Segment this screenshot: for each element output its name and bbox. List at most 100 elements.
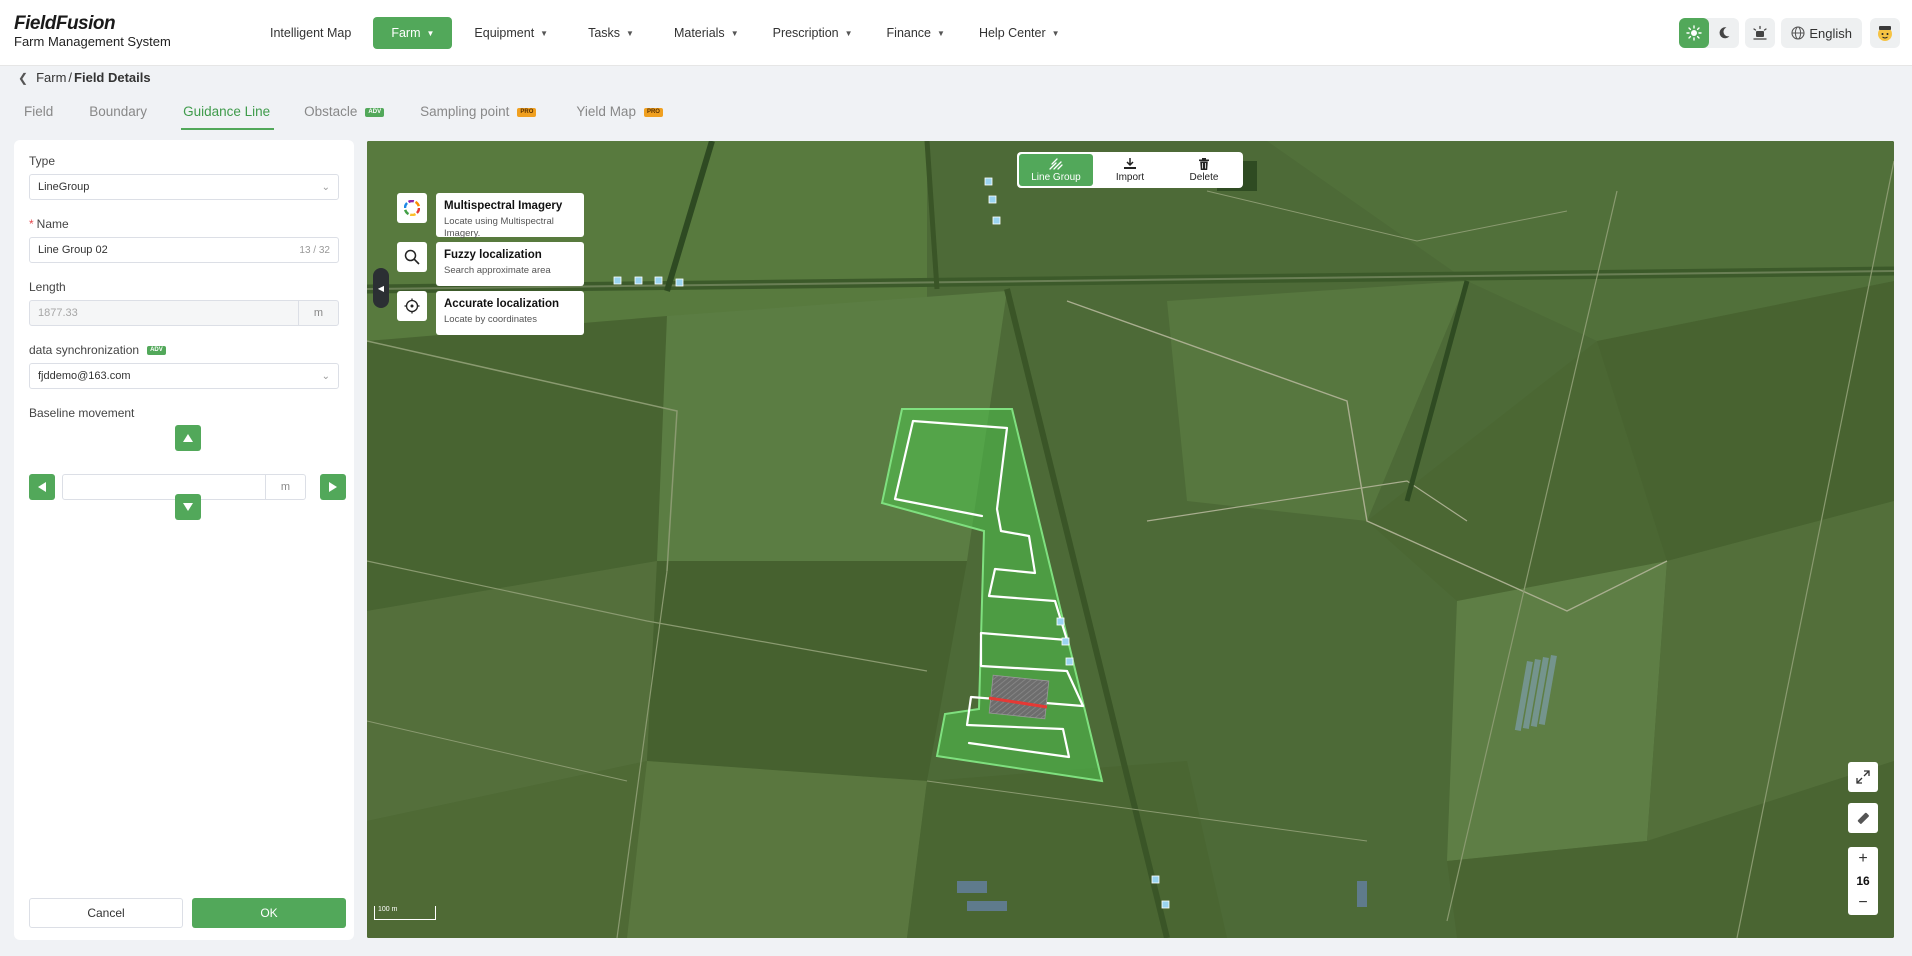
- breadcrumb-parent[interactable]: Farm: [36, 70, 66, 85]
- fullscreen-button[interactable]: [1848, 762, 1878, 792]
- chevron-down-icon: ⌄: [321, 181, 330, 193]
- import-label: Import: [1115, 171, 1145, 183]
- caret-down-icon: ▼: [844, 28, 853, 38]
- app-name: FieldFusion: [14, 13, 116, 34]
- baseline-label-text: Baseline movement: [29, 406, 135, 420]
- dark-theme-button[interactable]: [1709, 18, 1739, 48]
- color-wheel-icon: [404, 200, 420, 216]
- line-group-label: Line Group: [1031, 171, 1081, 183]
- app-logo[interactable]: FieldFusion Farm Management System: [14, 14, 171, 50]
- theme-switcher: [1679, 18, 1740, 48]
- length-value: 1877.33: [38, 307, 78, 319]
- trash-icon: [1199, 157, 1209, 170]
- caret-left-icon: ◀: [377, 283, 385, 293]
- zoom-out-button[interactable]: −: [1858, 894, 1867, 912]
- zoom-in-button[interactable]: +: [1858, 850, 1867, 868]
- fuzzy-localization-button[interactable]: [397, 242, 427, 272]
- tab-guidance-line[interactable]: Guidance Line: [181, 104, 275, 132]
- chevron-down-icon: ⌄: [321, 370, 330, 382]
- type-label-text: Type: [29, 154, 56, 168]
- move-right-button[interactable]: [320, 474, 346, 500]
- tab-label: Boundary: [89, 104, 148, 119]
- name-input[interactable]: Line Group 02 13 / 32: [29, 237, 339, 263]
- tab-label: Sampling point: [420, 104, 510, 119]
- tab-field[interactable]: Field: [24, 104, 53, 132]
- caret-down-icon: ▼: [426, 28, 435, 38]
- move-left-button[interactable]: [29, 474, 55, 500]
- nav-farm[interactable]: Farm ▼: [373, 17, 453, 49]
- scale-bar: 100 m: [374, 906, 436, 920]
- type-select[interactable]: LineGroup ⌄: [29, 174, 339, 200]
- accurate-localization-card[interactable]: Accurate localization Locate by coordina…: [436, 291, 584, 335]
- type-label: Type: [29, 154, 55, 168]
- caret-down-icon: ▼: [730, 28, 739, 38]
- multispectral-title: Multispectral Imagery: [444, 200, 563, 212]
- name-value: Line Group 02: [38, 244, 108, 256]
- language-selector[interactable]: English: [1781, 18, 1862, 48]
- avatar-icon: [1878, 26, 1892, 41]
- nav-help-center[interactable]: Help Center ▼: [967, 17, 1072, 49]
- sunlight-mode-button[interactable]: [1745, 18, 1775, 48]
- nav-prescription[interactable]: Prescription ▼: [761, 17, 865, 49]
- tab-boundary[interactable]: Boundary: [89, 104, 147, 132]
- sync-account-select[interactable]: fjddemo@163.com ⌄: [29, 363, 339, 389]
- satellite-map[interactable]: Line Group Import Delete ◀ Multispectral…: [367, 141, 1894, 938]
- top-header: FieldFusion Farm Management System Intel…: [0, 0, 1912, 66]
- pro-badge: PRO: [643, 108, 663, 117]
- nav-tasks[interactable]: Tasks ▼: [576, 17, 646, 49]
- fuzzy-localization-card[interactable]: Fuzzy localization Search approximate ar…: [436, 242, 584, 286]
- moon-icon: [1719, 27, 1730, 39]
- nav-label: Equipment: [474, 26, 535, 40]
- tab-label: Yield Map: [576, 104, 636, 119]
- caret-down-icon: ▼: [626, 28, 634, 38]
- back-arrow-icon[interactable]: ❮: [18, 71, 28, 85]
- length-input: 1877.33 m: [29, 300, 339, 326]
- panel-collapse-button[interactable]: ◀: [373, 268, 389, 308]
- tab-label: Field: [24, 104, 54, 119]
- line-group-button[interactable]: Line Group: [1019, 154, 1093, 186]
- move-up-button[interactable]: [175, 425, 201, 451]
- tab-obstacle[interactable]: Obstacle ADV: [304, 104, 385, 132]
- nav-label: Prescription: [772, 26, 839, 40]
- accurate-localization-button[interactable]: [397, 291, 427, 321]
- name-label-text: Name: [36, 217, 69, 231]
- fuzzy-title: Fuzzy localization: [444, 249, 542, 261]
- required-mark: *: [29, 217, 34, 231]
- length-label-text: Length: [29, 280, 66, 294]
- ok-button[interactable]: OK: [192, 898, 346, 928]
- sunlight-icon: [1753, 25, 1768, 40]
- length-label: Length: [29, 280, 66, 294]
- nav-finance[interactable]: Finance ▼: [875, 17, 957, 49]
- triangle-up-icon: [183, 434, 193, 442]
- caret-down-icon: ▼: [1051, 28, 1060, 38]
- tab-yield-map[interactable]: Yield Map PRO: [576, 104, 663, 132]
- nav-intelligent-map[interactable]: Intelligent Map: [258, 17, 363, 49]
- accurate-title: Accurate localization: [444, 298, 560, 310]
- multispectral-card[interactable]: Multispectral Imagery Locate using Multi…: [436, 193, 584, 239]
- caret-down-icon: ▼: [937, 28, 945, 38]
- expand-icon: [1856, 770, 1870, 784]
- tab-sampling-point[interactable]: Sampling point PRO: [420, 104, 537, 132]
- import-button[interactable]: Import: [1093, 154, 1167, 186]
- multispectral-button[interactable]: [397, 193, 427, 223]
- line-toolbar: Line Group Import Delete: [1017, 152, 1243, 188]
- adv-badge: ADV: [365, 108, 385, 117]
- light-theme-button[interactable]: [1679, 18, 1710, 48]
- move-down-button[interactable]: [175, 494, 201, 520]
- cancel-button[interactable]: Cancel: [29, 898, 183, 928]
- guidance-line-form: Type LineGroup ⌄ * Name Line Group 02 13 …: [14, 140, 354, 940]
- nav-equipment[interactable]: Equipment ▼: [462, 17, 560, 49]
- sync-label-text: data synchronization: [29, 343, 140, 357]
- measure-button[interactable]: [1848, 803, 1878, 833]
- accurate-desc: Locate by coordinates: [444, 314, 537, 325]
- tab-label: Obstacle: [304, 104, 358, 119]
- length-unit: m: [298, 301, 338, 325]
- multispectral-desc: Locate using Multispectral Imagery.: [444, 216, 554, 239]
- sun-icon: [1686, 25, 1703, 41]
- delete-button[interactable]: Delete: [1167, 154, 1241, 186]
- user-avatar[interactable]: [1870, 18, 1900, 48]
- delete-label: Delete: [1189, 171, 1219, 183]
- nav-materials[interactable]: Materials ▼: [662, 17, 751, 49]
- breadcrumb-separator: /: [68, 70, 73, 85]
- nav-label: Intelligent Map: [270, 26, 352, 40]
